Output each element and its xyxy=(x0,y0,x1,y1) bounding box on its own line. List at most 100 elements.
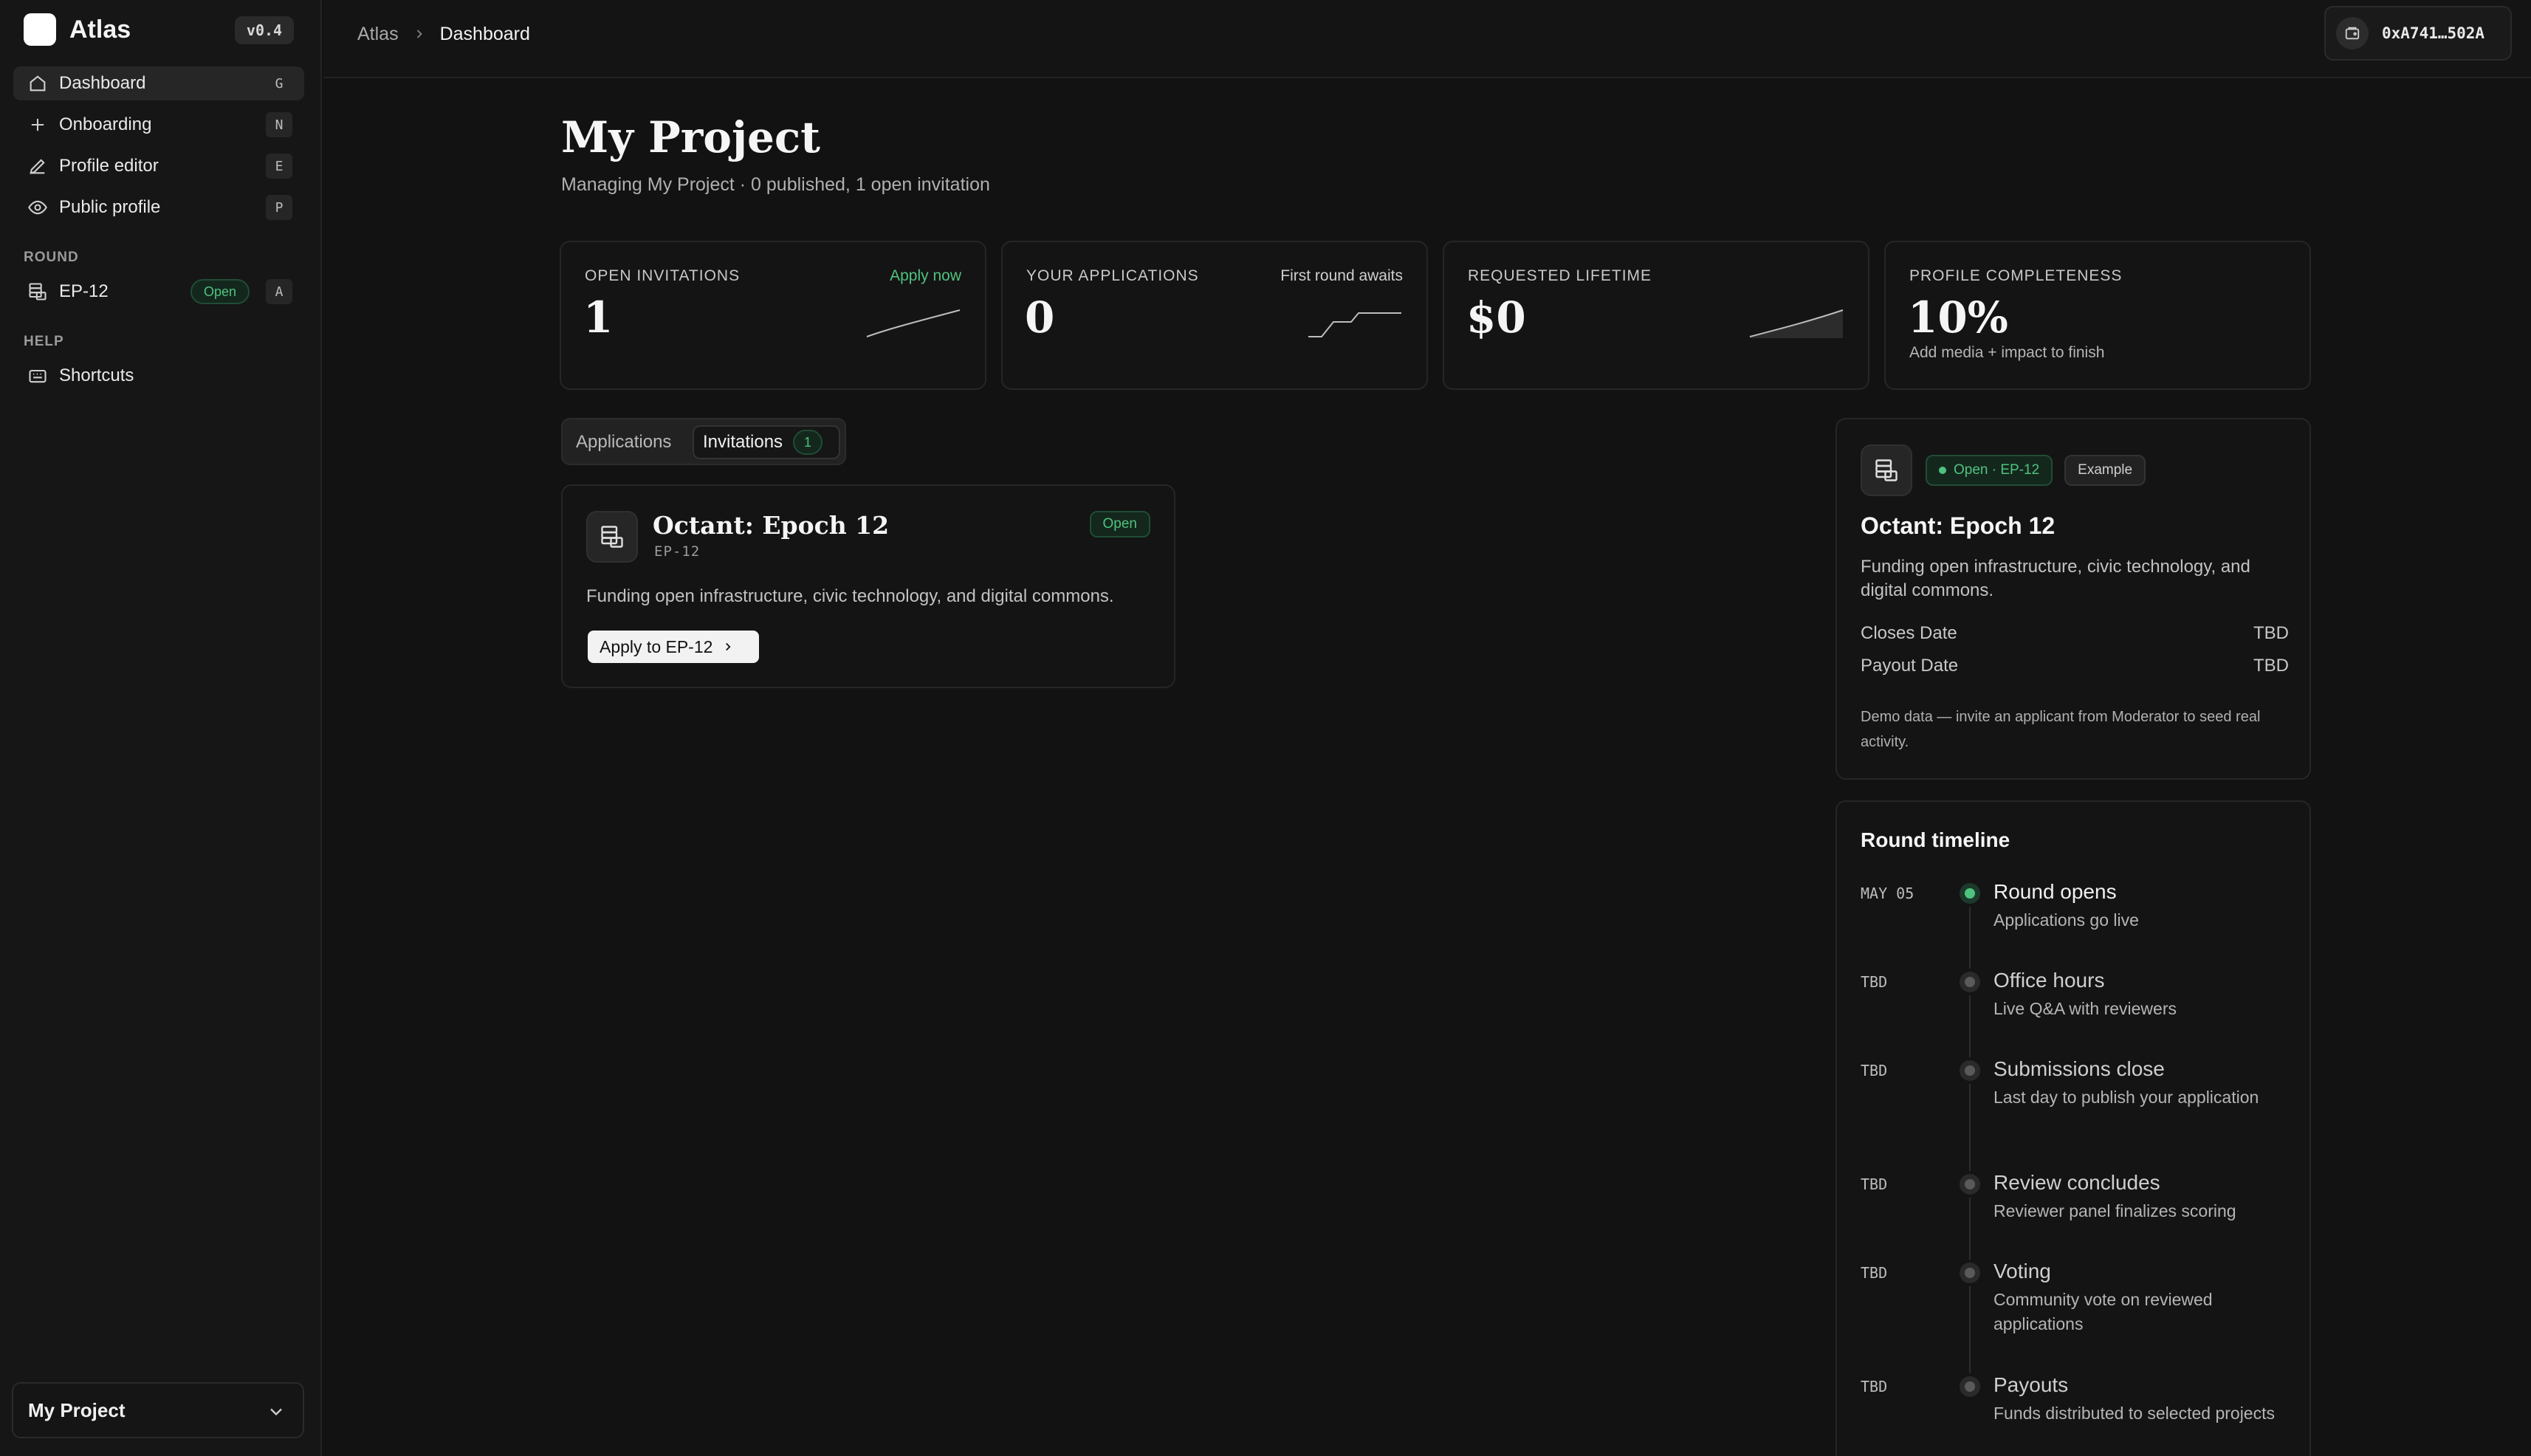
shortcut-key: G xyxy=(266,71,292,96)
sidebar-item-label: Shortcuts xyxy=(59,365,134,385)
tab-bar: Applications Invitations 1 xyxy=(561,418,846,465)
status-badge: Open · EP-12 xyxy=(1926,455,2053,486)
timeline-heading: Round timeline xyxy=(1861,828,2010,851)
demo-note: Demo data — invite an applicant from Mod… xyxy=(1861,709,2261,750)
chevron-right-icon xyxy=(416,30,422,38)
timeline-title: Voting xyxy=(1993,1260,2051,1282)
keyboard-icon xyxy=(27,365,49,387)
round-badges: Open · EP-12 Example xyxy=(1926,455,2146,486)
status-badge: Open xyxy=(1089,511,1150,538)
timeline-date: TBD xyxy=(1861,973,1888,991)
stat-value: 0 xyxy=(1025,292,1055,343)
tab-label: Invitations xyxy=(703,432,783,452)
stat-label: REQUESTED LIFETIME xyxy=(1468,267,1652,284)
closes-date-row: Closes Date TBD xyxy=(1861,623,2289,644)
section-label-help: HELP xyxy=(24,334,64,349)
sidebar-item-shortcuts[interactable]: Shortcuts xyxy=(13,359,304,393)
sparkline-area xyxy=(1749,309,1844,338)
coins-icon xyxy=(1861,444,1912,496)
eye-icon xyxy=(27,196,49,219)
stat-aside: First round awaits xyxy=(1280,267,1403,284)
timeline-date: TBD xyxy=(1861,1378,1888,1395)
timeline-dot-icon xyxy=(1960,972,1980,992)
round-card: Open · EP-12 Example Octant: Epoch 12 Fu… xyxy=(1835,418,2311,780)
closes-date-value: TBD xyxy=(2253,623,2289,643)
payout-date-value: TBD xyxy=(2253,656,2289,676)
breadcrumb-current: Dashboard xyxy=(439,23,530,44)
shortcut-key: N xyxy=(266,112,292,137)
timeline-title: Submissions close xyxy=(1993,1057,2165,1080)
home-icon xyxy=(27,72,49,95)
tab-applications[interactable]: Applications xyxy=(576,425,671,459)
page-subtitle: Managing My Project · 0 published, 1 ope… xyxy=(561,174,990,195)
timeline-connector xyxy=(1969,1286,1971,1373)
sidebar-item-label: Profile editor xyxy=(59,156,159,176)
shortcut-key: A xyxy=(266,279,292,304)
sidebar-item-round-ep12[interactable]: EP-12 Open A xyxy=(13,275,304,309)
coins-icon xyxy=(586,511,638,563)
sidebar-item-dashboard[interactable]: Dashboard G xyxy=(13,66,304,100)
round-timeline: Round timeline MAY 05 Round opens Applic… xyxy=(1835,800,2311,1456)
sparkline xyxy=(1308,312,1401,337)
apply-button[interactable]: Apply to EP-12 xyxy=(588,631,759,663)
timeline-title: Review concludes xyxy=(1993,1171,2160,1194)
status-badge: Open xyxy=(190,279,250,304)
sidebar-item-label: Public profile xyxy=(59,197,161,217)
round-title: Octant: Epoch 12 xyxy=(1861,512,2056,539)
stat-card-open-invitations: OPEN INVITATIONS Apply now 1 xyxy=(560,241,986,390)
timeline-title: Office hours xyxy=(1993,969,2105,992)
payout-date-row: Payout Date TBD xyxy=(1861,656,2289,676)
stat-value: $0 xyxy=(1466,292,1526,343)
timeline-title: Round opens xyxy=(1993,880,2117,903)
stat-value: 10% xyxy=(1908,292,2008,343)
brand[interactable]: Atlas xyxy=(24,13,131,46)
apply-now-link[interactable]: Apply now xyxy=(890,267,961,285)
invitation-card[interactable]: Octant: Epoch 12 EP-12 Open Funding open… xyxy=(561,484,1175,688)
round-description: Funding open infrastructure, civic techn… xyxy=(1861,557,2250,600)
invitation-description: Funding open infrastructure, civic techn… xyxy=(586,586,1114,606)
breadcrumb-root[interactable]: Atlas xyxy=(357,24,399,45)
stat-card-requested-lifetime: REQUESTED LIFETIME $0 xyxy=(1443,241,1869,390)
timeline-connector xyxy=(1969,995,1971,1057)
stat-label: YOUR APPLICATIONS xyxy=(1026,267,1199,284)
chevron-right-icon xyxy=(726,642,731,651)
timeline-connector xyxy=(1969,1084,1971,1171)
stat-label: OPEN INVITATIONS xyxy=(585,267,741,284)
chevron-down-icon xyxy=(270,1408,282,1416)
timeline-dot-icon xyxy=(1960,1263,1980,1283)
shortcut-key: P xyxy=(266,195,292,220)
sidebar-item-public-profile[interactable]: Public profile P xyxy=(13,190,304,224)
stat-value: 1 xyxy=(583,292,614,343)
closes-date-label: Closes Date xyxy=(1861,623,1957,643)
coins-icon xyxy=(27,281,49,303)
count-badge: 1 xyxy=(793,430,823,455)
stat-label: PROFILE COMPLETENESS xyxy=(1909,267,2123,284)
stat-card-profile-completeness: PROFILE COMPLETENESS 10% Add media + imp… xyxy=(1884,241,2311,390)
page-title: My Project xyxy=(561,112,820,162)
sidebar-item-label: EP-12 xyxy=(59,281,109,301)
wallet-icon xyxy=(2336,17,2369,49)
stat-note: Add media + impact to finish xyxy=(1909,344,2105,361)
timeline-description: Community vote on reviewed applications xyxy=(1993,1290,2213,1333)
sidebar-item-profile-editor[interactable]: Profile editor E xyxy=(13,149,304,183)
timeline-dot-icon xyxy=(1960,1174,1980,1195)
app-name: Atlas xyxy=(69,15,131,44)
project-switcher[interactable]: My Project xyxy=(12,1382,304,1438)
timeline-description: Applications go live xyxy=(1993,910,2139,930)
status-dot-icon xyxy=(1939,467,1946,474)
plus-icon xyxy=(27,114,49,136)
sparkline xyxy=(866,309,961,337)
timeline-connector xyxy=(1969,907,1971,969)
invitation-title: Octant: Epoch 12 xyxy=(653,511,890,540)
sidebar-item-onboarding[interactable]: Onboarding N xyxy=(13,108,304,142)
sidebar: Atlas v0.4 Dashboard G Onboarding N Prof… xyxy=(0,0,322,1456)
timeline-connector xyxy=(1969,1198,1971,1260)
breadcrumb: Atlas Dashboard xyxy=(357,21,530,47)
wallet-button[interactable]: 0xA741…502A xyxy=(2324,6,2512,61)
version-badge: v0.4 xyxy=(235,16,294,44)
timeline-date: TBD xyxy=(1861,1062,1888,1079)
sidebar-item-label: Dashboard xyxy=(59,73,146,93)
tab-invitations[interactable]: Invitations 1 xyxy=(693,425,840,459)
atlas-logo-icon xyxy=(24,13,56,46)
timeline-dot-icon xyxy=(1960,1060,1980,1081)
